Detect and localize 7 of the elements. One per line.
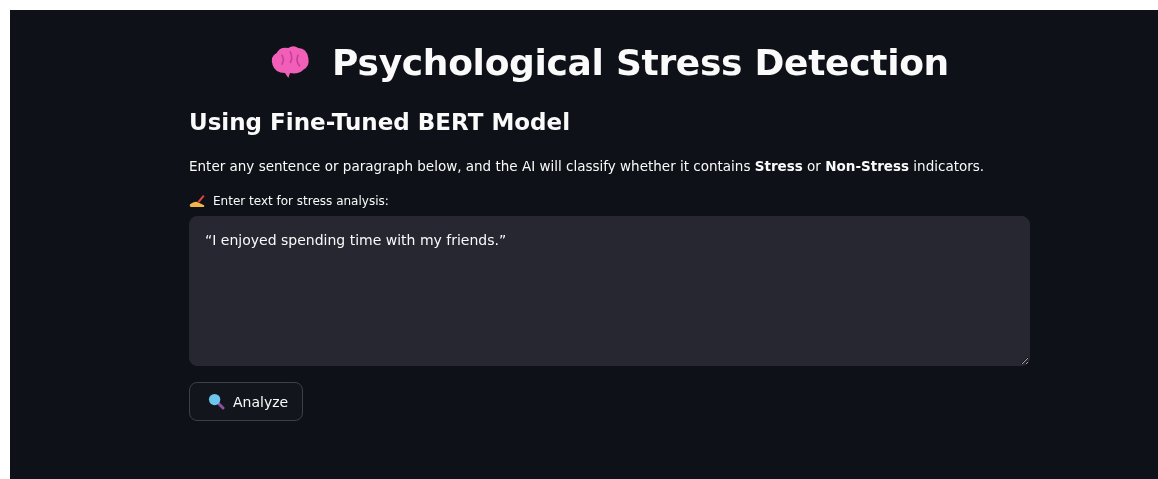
description: Enter any sentence or paragraph below, and the AI will classify whether it contains Stress or Non-Stress indicators.	[189, 157, 986, 176]
subtitle: Using Fine-Tuned BERT Model	[189, 109, 572, 135]
analyze-button[interactable]: Analyze	[189, 382, 304, 421]
input-label: Enter text for stress analysis:	[213, 193, 389, 208]
text-input-field[interactable]: “I enjoyed spending time with my friends.”	[189, 216, 1030, 366]
page-title: Psychological Stress Detection	[332, 42, 949, 83]
search-icon	[208, 393, 225, 410]
